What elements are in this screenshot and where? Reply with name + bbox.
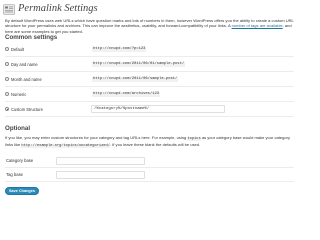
page-header: Permalink Settings (3, 2, 98, 16)
option-day-and-name[interactable]: Day and name (5, 59, 38, 69)
radio-numeric[interactable] (5, 92, 9, 96)
category-base-input[interactable] (56, 157, 145, 165)
option-label: Month and name (11, 76, 42, 82)
option-label: Numeric (11, 91, 27, 97)
custom-structure-input[interactable]: /%category%/%postname%/ (91, 105, 225, 113)
intro-text: By default WordPress uses web URLs which… (5, 18, 295, 34)
tags-link[interactable]: number of tags are available (232, 23, 283, 28)
example-url-day-and-name: http://cnupd.com/2011/06/01/sample-post/ (92, 61, 186, 67)
row-divider (5, 101, 294, 102)
example-url-month-and-name: http://cnupd.com/2011/06/sample-post/ (92, 76, 179, 82)
row-divider (5, 116, 294, 117)
row-divider (5, 56, 294, 57)
option-custom-structure[interactable]: Custom Structure (5, 104, 43, 114)
row-divider (5, 181, 294, 182)
optional-description: If you like, you may enter custom struct… (5, 135, 295, 150)
code-example-url: http://example.org/topics/uncategorized/ (21, 144, 110, 149)
option-default[interactable]: Default (5, 44, 24, 54)
tag-base-label: Tag base (6, 172, 23, 177)
radio-default[interactable] (5, 47, 9, 51)
option-month-and-name[interactable]: Month and name (5, 74, 42, 84)
option-numeric[interactable]: Numeric (5, 89, 26, 99)
option-label: Day and name (11, 61, 38, 67)
example-url-default: http://cnupd.com/?p=123 (92, 46, 147, 52)
example-url-numeric: http://cnupd.com/archives/123 (92, 91, 161, 97)
row-divider (5, 71, 294, 72)
optional-heading: Optional (5, 125, 31, 132)
tag-base-input[interactable] (56, 171, 145, 179)
radio-day-and-name[interactable] (5, 62, 9, 66)
option-label: Default (11, 46, 24, 52)
row-divider (5, 167, 294, 168)
code-topics: topics (187, 137, 201, 141)
option-label: Custom Structure (11, 106, 43, 112)
radio-custom-structure[interactable] (5, 107, 9, 111)
page-title: Permalink Settings (18, 3, 98, 14)
category-base-label: Category base (6, 158, 34, 163)
optional-text-3: . If you leave these blank the defaults … (109, 142, 201, 148)
save-changes-button[interactable]: Save Changes (5, 187, 39, 195)
radio-month-and-name[interactable] (5, 77, 9, 81)
permalink-settings-icon (3, 3, 15, 15)
optional-text-1: If you like, you may enter custom struct… (5, 135, 187, 140)
row-divider (5, 86, 294, 87)
common-settings-heading: Common settings (5, 34, 58, 41)
